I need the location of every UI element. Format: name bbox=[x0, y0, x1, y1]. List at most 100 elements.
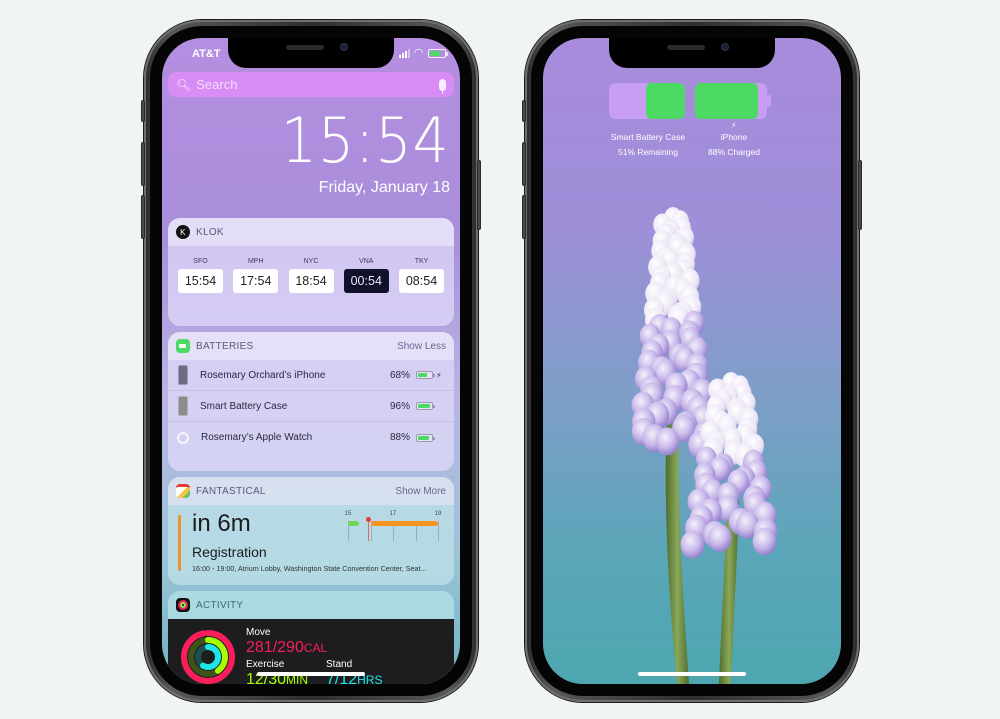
clock-city: TKY bbox=[414, 258, 429, 265]
activity-rings bbox=[181, 630, 235, 684]
search-placeholder: Search bbox=[196, 77, 238, 92]
event-color-bar bbox=[178, 515, 181, 571]
event-countdown: in 6m bbox=[192, 510, 251, 537]
microphone-icon[interactable] bbox=[439, 78, 446, 94]
device-name: Rosemary’s Apple Watch bbox=[201, 432, 313, 443]
next-event[interactable]: in 6m Registration 16:00 - 19:00, Atrium… bbox=[168, 505, 454, 585]
clock-time: 00:54 bbox=[343, 269, 389, 293]
right-iphone: ⚡︎ Smart Battery Case 51% Remaining iPho… bbox=[522, 20, 862, 702]
timeline-hour-label: 15 bbox=[344, 511, 352, 517]
battery-terminal bbox=[767, 95, 771, 107]
clock-time: 18:54 bbox=[288, 269, 334, 293]
widget-title: FANTASTICAL bbox=[196, 485, 266, 497]
home-indicator[interactable] bbox=[638, 672, 746, 676]
charging-bolt-icon: ⚡︎ bbox=[436, 370, 442, 380]
batteries-widget[interactable]: BATTERIES Show Less Rosemary Orchard’s i… bbox=[168, 332, 454, 471]
device-name: Smart Battery Case bbox=[200, 400, 288, 412]
event-title: Registration bbox=[192, 544, 267, 560]
status-bar: AT&T ◠ bbox=[162, 46, 460, 66]
battery-percent: 96% bbox=[389, 400, 410, 412]
charging-bolt-icon: ⚡︎ bbox=[731, 121, 737, 130]
battery-percent: 68% bbox=[389, 369, 410, 381]
battery-device-list: Rosemary Orchard’s iPhone 68% ⚡︎ Smart B… bbox=[168, 360, 454, 453]
flower-bud bbox=[680, 530, 705, 559]
widget-title: ACTIVITY bbox=[196, 599, 244, 611]
timeline-hour-label: 17 bbox=[389, 511, 397, 517]
show-more-button[interactable]: Show More bbox=[395, 486, 446, 497]
battery-level-icon bbox=[416, 402, 435, 410]
status-battery-level bbox=[430, 50, 440, 56]
lock-date: Friday, January 18 bbox=[318, 179, 450, 196]
battery-level-fill bbox=[418, 404, 431, 408]
carrier-label: AT&T bbox=[192, 48, 221, 60]
iphone-battery-level bbox=[695, 83, 759, 119]
exercise-label: Exercise bbox=[246, 659, 285, 670]
clock-city: MPH bbox=[247, 258, 264, 265]
move-label: Move bbox=[246, 627, 271, 638]
world-clock-sfo[interactable]: SFO 15:54 bbox=[178, 258, 223, 293]
volume-up-button bbox=[141, 142, 145, 186]
iphone-status: 88% Charged bbox=[708, 147, 760, 157]
silent-switch bbox=[522, 100, 526, 122]
status-battery-icon bbox=[428, 48, 448, 58]
timeline-event-bar bbox=[370, 521, 438, 526]
left-iphone: AT&T ◠ 🔍︎ Search 15:54 Friday, January 1… bbox=[141, 20, 481, 702]
flower-bud bbox=[655, 427, 680, 456]
show-less-button[interactable]: Show Less bbox=[397, 341, 446, 352]
clock-city: SFO bbox=[193, 258, 208, 265]
iphone-icon bbox=[178, 365, 188, 385]
widget-header: K KLOK bbox=[168, 218, 454, 246]
klok-widget[interactable]: K KLOK SFO 15:54 MPH 17:54 NYC 18:54 VNA 00… bbox=[168, 218, 454, 326]
clock-city: NYC bbox=[303, 258, 319, 265]
battery-app-icon bbox=[176, 339, 190, 353]
volume-down-button bbox=[141, 195, 145, 239]
widget-header: ACTIVITY bbox=[168, 591, 454, 619]
battery-level-icon bbox=[416, 433, 435, 442]
volume-up-button bbox=[522, 142, 526, 186]
side-button bbox=[858, 160, 862, 230]
today-view-screen: AT&T ◠ 🔍︎ Search 15:54 Friday, January 1… bbox=[162, 38, 460, 684]
clock-time: 15:54 bbox=[178, 269, 223, 293]
device-name: Rosemary Orchard’s iPhone bbox=[200, 369, 326, 381]
fantastical-widget[interactable]: FANTASTICAL Show More in 6m Registration… bbox=[168, 477, 454, 585]
battery-level-fill bbox=[418, 435, 430, 440]
battery-device-row: Rosemary Orchard’s iPhone 68% ⚡︎ bbox=[168, 360, 454, 391]
iphone-battery-bar bbox=[695, 83, 767, 119]
widget-title: KLOK bbox=[196, 226, 224, 238]
widget-title: BATTERIES bbox=[196, 340, 254, 352]
activity-app-icon bbox=[176, 598, 190, 612]
silent-switch bbox=[141, 100, 145, 122]
timeline-hour-tick bbox=[438, 521, 439, 541]
clock-time: 17:54 bbox=[233, 269, 279, 293]
front-camera bbox=[721, 43, 729, 51]
battery-case-icon bbox=[178, 396, 188, 416]
search-icon: 🔍︎ bbox=[176, 77, 192, 92]
battery-level-icon bbox=[416, 371, 435, 379]
battery-device-row: Rosemary’s Apple Watch 88% bbox=[168, 422, 454, 453]
klok-app-icon: K bbox=[176, 225, 190, 239]
world-clock-mph[interactable]: MPH 17:54 bbox=[233, 258, 279, 293]
timeline-event-bar bbox=[348, 521, 360, 526]
cellular-signal-icon bbox=[398, 48, 410, 58]
fantastical-app-icon bbox=[176, 484, 190, 498]
timeline-now-dot bbox=[366, 517, 372, 522]
battery-status-widget: ⚡︎ Smart Battery Case 51% Remaining iPho… bbox=[543, 83, 841, 173]
world-clock-tky[interactable]: TKY 08:54 bbox=[399, 258, 444, 293]
world-clock-vna[interactable]: VNA 00:54 bbox=[343, 258, 389, 293]
case-battery-level bbox=[646, 83, 685, 119]
iphone-label: iPhone bbox=[720, 132, 748, 142]
flower-cluster bbox=[631, 207, 718, 459]
charging-screen: ⚡︎ Smart Battery Case 51% Remaining iPho… bbox=[543, 38, 841, 684]
search-input[interactable]: 🔍︎ Search bbox=[168, 72, 454, 97]
clock-city: VNA bbox=[359, 258, 374, 265]
case-battery-bar bbox=[609, 83, 685, 119]
world-clock-nyc[interactable]: NYC 18:54 bbox=[288, 258, 334, 293]
activity-widget[interactable]: ACTIVITY Move 281/290CAL Exercise Stand … bbox=[168, 591, 454, 684]
world-clocks: SFO 15:54 MPH 17:54 NYC 18:54 VNA 00:54 TKY … bbox=[168, 246, 454, 293]
event-details: 16:00 - 19:00, Atrium Lobby, Washington … bbox=[192, 564, 427, 573]
notch bbox=[609, 38, 775, 68]
home-indicator[interactable] bbox=[257, 672, 365, 676]
flower-bud bbox=[707, 524, 732, 552]
wifi-icon: ◠ bbox=[414, 47, 423, 59]
side-button bbox=[477, 160, 481, 230]
